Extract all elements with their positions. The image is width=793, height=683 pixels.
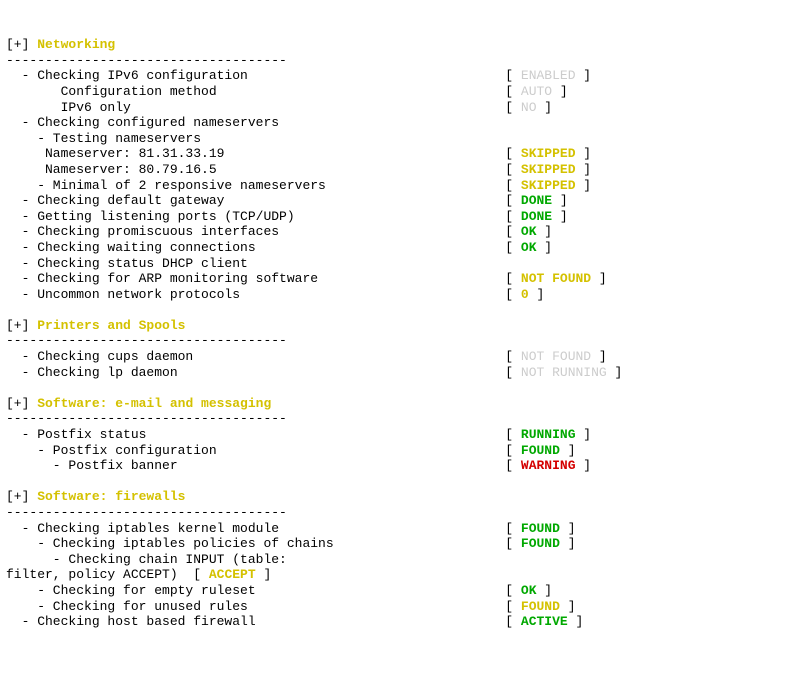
check-text: - Checking lp daemon [6, 365, 505, 380]
check-line: - Checking for unused rules [ FOUND ] [6, 599, 793, 615]
check-text: - Checking for unused rules [6, 599, 505, 614]
check-text: - Checking configured nameservers [6, 115, 279, 130]
status-value: FOUND [521, 443, 560, 458]
section-header: [+] Networking [6, 37, 793, 53]
status-value: DONE [521, 193, 552, 208]
check-line: Nameserver: 81.31.33.19 [ SKIPPED ] [6, 146, 793, 162]
check-line: - Testing nameservers [6, 131, 793, 147]
check-text: - Checking for empty ruleset [6, 583, 505, 598]
check-line: - Postfix status [ RUNNING ] [6, 427, 793, 443]
check-line: - Checking IPv6 configuration [ ENABLED … [6, 68, 793, 84]
check-line: - Checking iptables policies of chains [… [6, 536, 793, 552]
check-text: Nameserver: 80.79.16.5 [6, 162, 505, 177]
status-value: NOT FOUND [521, 271, 591, 286]
check-text: - Checking chain INPUT (table: [6, 552, 287, 567]
status-value: NOT FOUND [521, 349, 591, 364]
check-line: IPv6 only [ NO ] [6, 100, 793, 116]
section-header: [+] Software: e-mail and messaging [6, 396, 793, 412]
status-value: ACCEPT [209, 567, 256, 582]
check-text: - Testing nameservers [6, 131, 201, 146]
check-line: - Checking for ARP monitoring software [… [6, 271, 793, 287]
blank-line [6, 380, 793, 396]
check-text: - Uncommon network protocols [6, 287, 505, 302]
check-line: - Minimal of 2 responsive nameservers [ … [6, 178, 793, 194]
check-text: - Checking iptables kernel module [6, 521, 505, 536]
check-text: - Postfix status [6, 427, 505, 442]
status-value: 0 [521, 287, 529, 302]
status-value: AUTO [521, 84, 552, 99]
check-text: - Checking default gateway [6, 193, 505, 208]
check-line: - Getting listening ports (TCP/UDP) [ DO… [6, 209, 793, 225]
status-value: DONE [521, 209, 552, 224]
status-value: FOUND [521, 536, 560, 551]
status-value: NO [521, 100, 537, 115]
status-value: WARNING [521, 458, 576, 473]
check-text: - Postfix configuration [6, 443, 505, 458]
section-title: Software: firewalls [37, 489, 185, 504]
check-line: - Checking default gateway [ DONE ] [6, 193, 793, 209]
check-line: - Checking host based firewall [ ACTIVE … [6, 614, 793, 630]
status-value: OK [521, 224, 537, 239]
terminal-output: [+] Networking--------------------------… [6, 37, 793, 630]
status-value: SKIPPED [521, 162, 576, 177]
section-divider: ------------------------------------ [6, 333, 793, 349]
check-line: - Checking lp daemon [ NOT RUNNING ] [6, 365, 793, 381]
check-text: - Checking cups daemon [6, 349, 505, 364]
check-text: - Checking for ARP monitoring software [6, 271, 505, 286]
check-line: - Checking configured nameservers [6, 115, 793, 131]
section-title: Printers and Spools [37, 318, 185, 333]
section-divider: ------------------------------------ [6, 53, 793, 69]
status-value: SKIPPED [521, 178, 576, 193]
blank-line [6, 302, 793, 318]
check-text: - Getting listening ports (TCP/UDP) [6, 209, 505, 224]
check-text: - Checking promiscuous interfaces [6, 224, 505, 239]
status-value: SKIPPED [521, 146, 576, 161]
blank-line [6, 474, 793, 490]
check-line: - Checking chain INPUT (table: [6, 552, 793, 568]
status-value: NOT RUNNING [521, 365, 607, 380]
check-line: - Checking promiscuous interfaces [ OK ] [6, 224, 793, 240]
check-text: - Checking host based firewall [6, 614, 505, 629]
check-text: IPv6 only [6, 100, 505, 115]
check-text: Nameserver: 81.31.33.19 [6, 146, 505, 161]
check-text: - Checking status DHCP client [6, 256, 248, 271]
status-value: ACTIVE [521, 614, 568, 629]
status-value: FOUND [521, 599, 560, 614]
check-line: - Postfix configuration [ FOUND ] [6, 443, 793, 459]
status-value: RUNNING [521, 427, 576, 442]
check-text: - Checking iptables policies of chains [6, 536, 505, 551]
check-text: - Postfix banner [6, 458, 505, 473]
check-line-continuation: filter, policy ACCEPT) [ ACCEPT ] [6, 567, 793, 583]
check-line: - Postfix banner [ WARNING ] [6, 458, 793, 474]
check-line: Nameserver: 80.79.16.5 [ SKIPPED ] [6, 162, 793, 178]
check-text: - Checking waiting connections [6, 240, 505, 255]
check-line: - Checking for empty ruleset [ OK ] [6, 583, 793, 599]
check-text: - Checking IPv6 configuration [6, 68, 505, 83]
check-text: - Minimal of 2 responsive nameservers [6, 178, 505, 193]
check-line: - Checking status DHCP client [6, 256, 793, 272]
status-value: OK [521, 240, 537, 255]
check-line: - Checking waiting connections [ OK ] [6, 240, 793, 256]
check-line: - Checking cups daemon [ NOT FOUND ] [6, 349, 793, 365]
section-title: Networking [37, 37, 115, 52]
check-text: Configuration method [6, 84, 505, 99]
status-value: OK [521, 583, 537, 598]
status-value: ENABLED [521, 68, 576, 83]
section-header: [+] Printers and Spools [6, 318, 793, 334]
section-title: Software: e-mail and messaging [37, 396, 271, 411]
section-divider: ------------------------------------ [6, 411, 793, 427]
check-line: Configuration method [ AUTO ] [6, 84, 793, 100]
section-header: [+] Software: firewalls [6, 489, 793, 505]
status-value: FOUND [521, 521, 560, 536]
check-line: - Uncommon network protocols [ 0 ] [6, 287, 793, 303]
check-line: - Checking iptables kernel module [ FOUN… [6, 521, 793, 537]
section-divider: ------------------------------------ [6, 505, 793, 521]
